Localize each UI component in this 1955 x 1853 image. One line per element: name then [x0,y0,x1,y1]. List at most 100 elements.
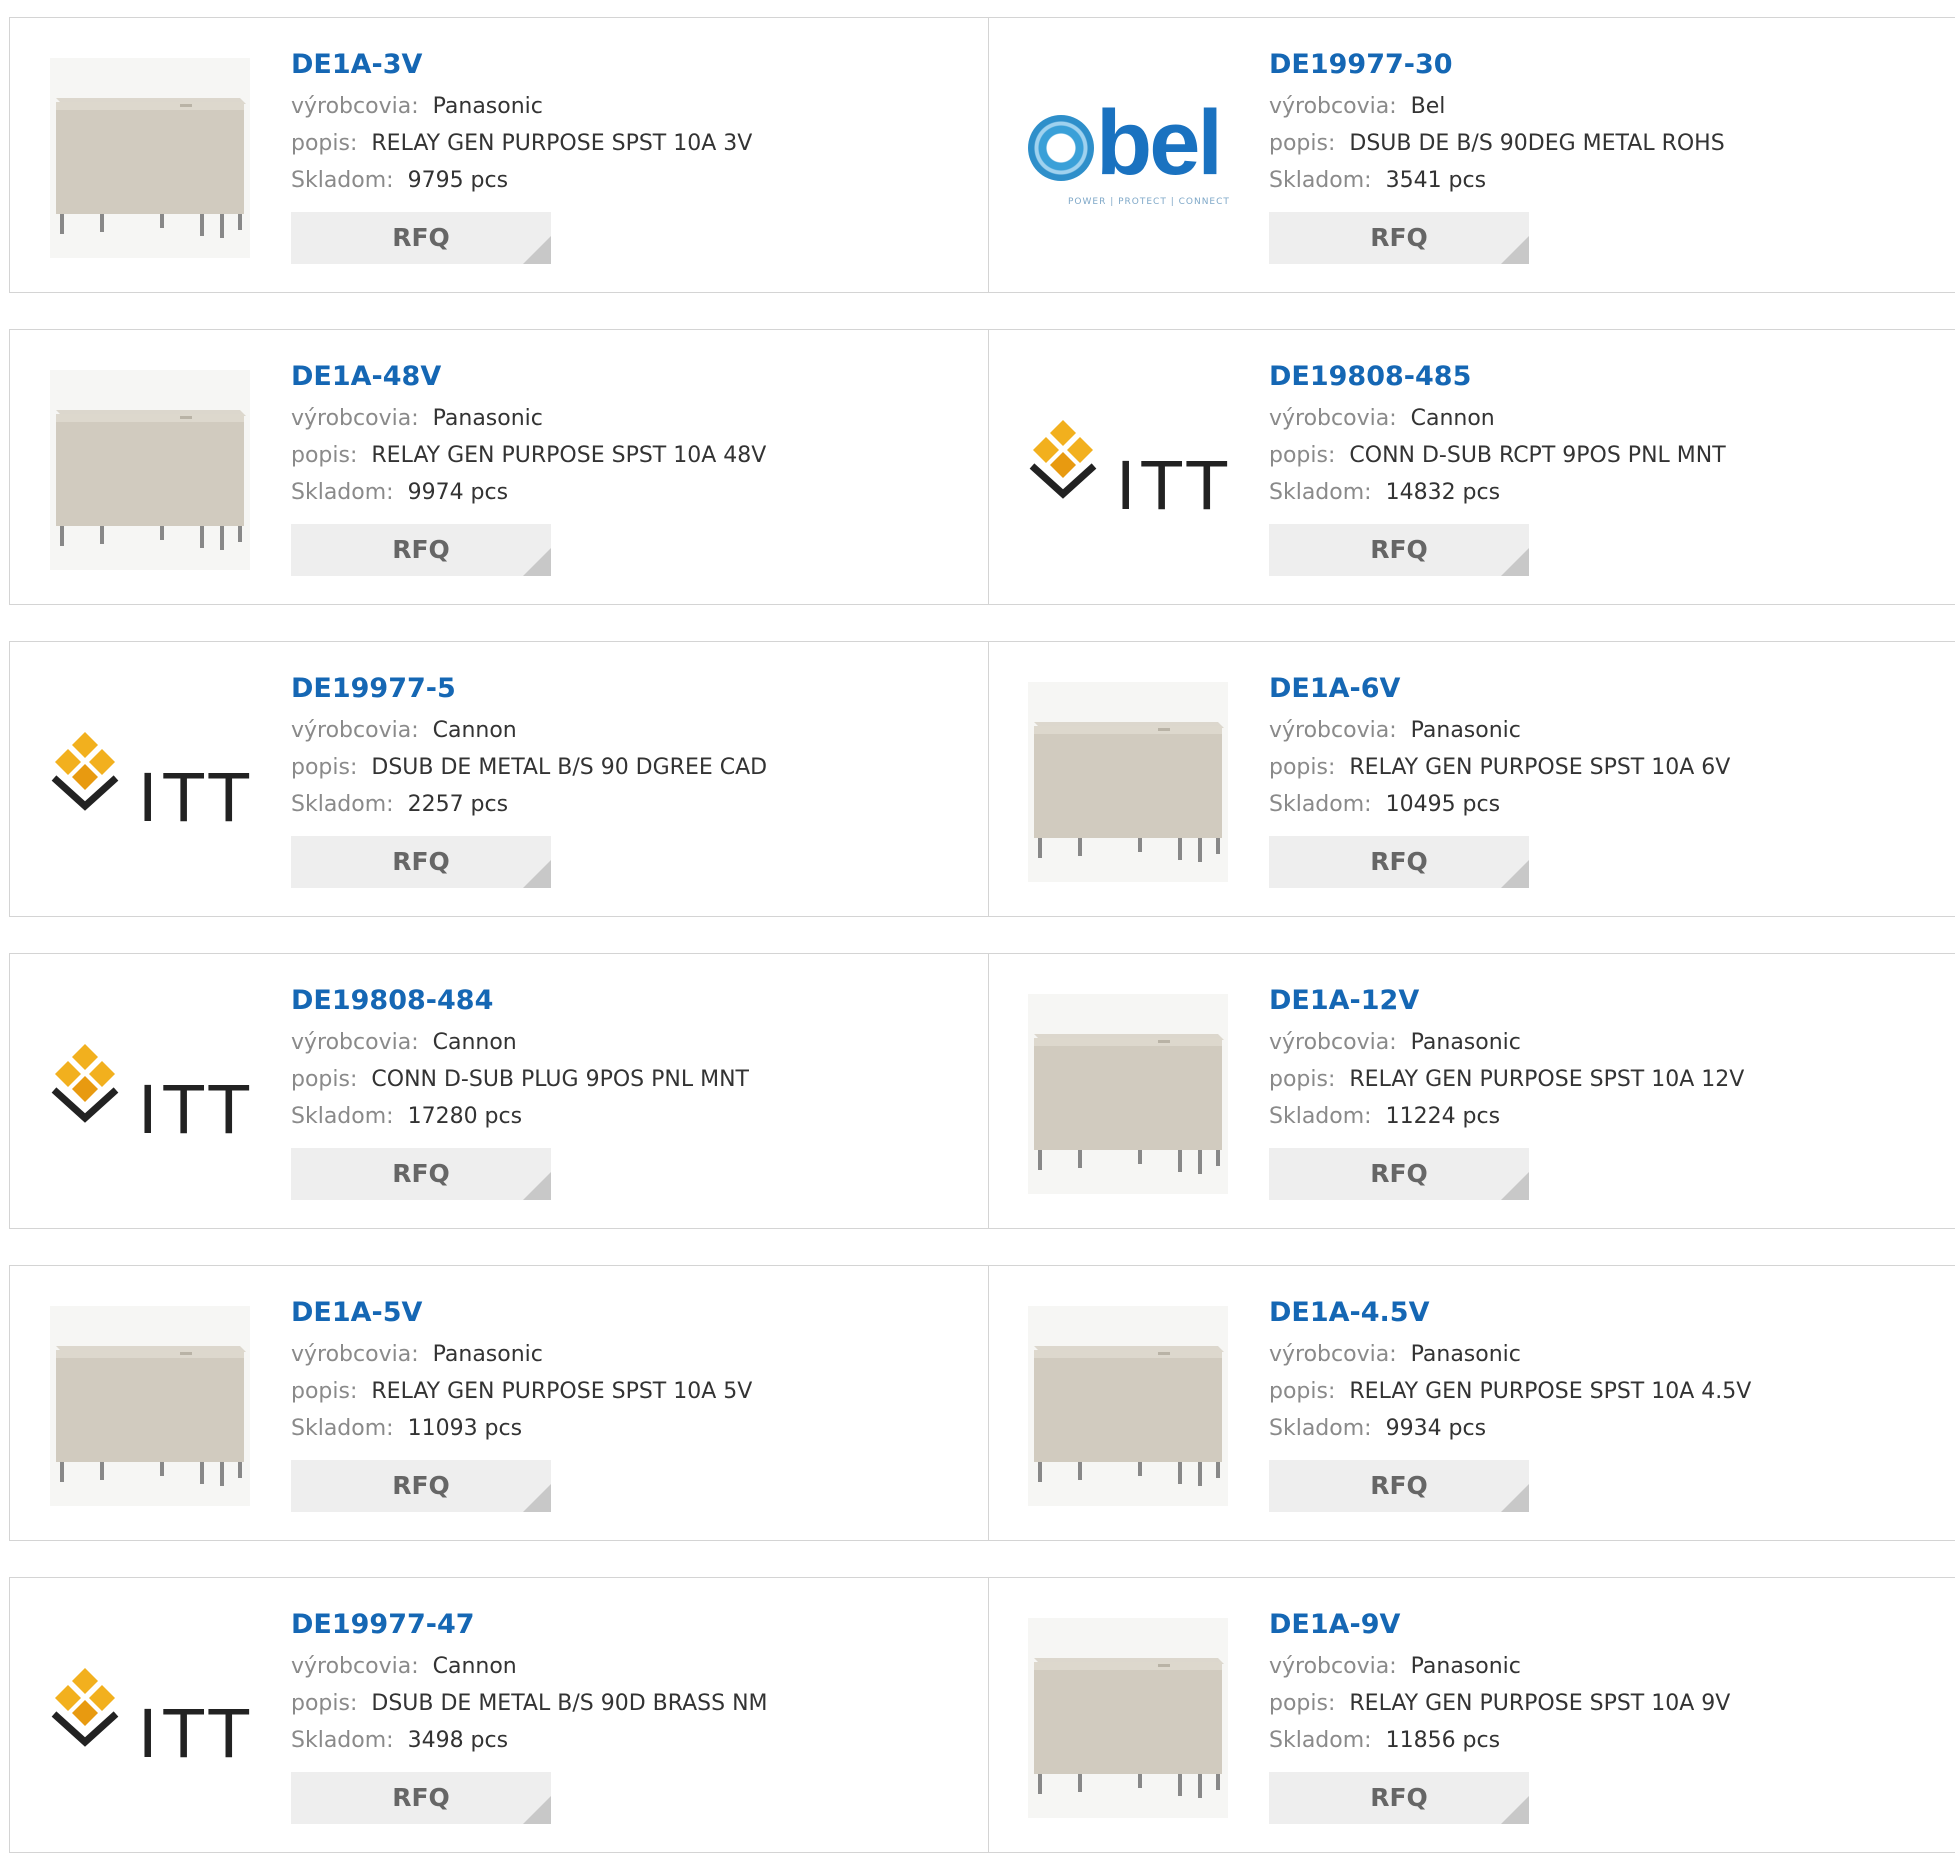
itt-logo: ITT [50,722,250,842]
bel-tagline: POWER | PROTECT | CONNECT [1068,197,1230,207]
product-info: DE1A-12V výrobcovia: Panasonic popis: RELA… [1269,982,1744,1200]
part-number-link[interactable]: DE1A-9V [1269,1606,1730,1644]
rfq-button[interactable]: RFQ [1269,1148,1529,1200]
itt-logo: ITT [50,1658,250,1778]
rfq-label: RFQ [1370,1471,1428,1500]
product-image[interactable] [50,370,250,570]
stock-label: Skladom: [291,792,394,817]
rfq-label: RFQ [392,1159,450,1188]
rfq-label: RFQ [1370,223,1428,252]
rfq-label: RFQ [1370,1783,1428,1812]
stock-label: Skladom: [291,480,394,505]
rfq-label: RFQ [392,223,450,252]
stock-line: Skladom: 9795 pcs [291,162,752,199]
product-card: DE1A-5V výrobcovia: Panasonic popis: RELAY… [10,1266,989,1540]
product-card: DE1A-6V výrobcovia: Panasonic popis: RELAY… [988,642,1955,916]
manufacturer-label: výrobcovia: [1269,406,1397,431]
part-number-link[interactable]: DE1A-6V [1269,670,1730,708]
corner-triangle-icon [523,1484,551,1512]
bel-logo: bel POWER | PROTECT | CONNECT [1028,92,1230,213]
product-image[interactable]: ITT [50,994,250,1194]
manufacturer-value: Cannon [1410,406,1495,431]
manufacturer-value: Cannon [432,1654,517,1679]
product-image[interactable]: bel POWER | PROTECT | CONNECT [1028,58,1230,258]
manufacturer-line: výrobcovia: Cannon [291,1648,768,1685]
product-image[interactable] [1028,1306,1228,1506]
manufacturer-line: výrobcovia: Panasonic [1269,1024,1744,1061]
relay-image [1028,1306,1228,1506]
product-info: DE1A-6V výrobcovia: Panasonic popis: RELAY… [1269,670,1730,888]
stock-value: 14832 pcs [1385,480,1501,505]
relay-image [50,1306,250,1506]
stock-line: Skladom: 9934 pcs [1269,1410,1751,1447]
rfq-label: RFQ [392,535,450,564]
product-card: ITT DE19977-5 výrobcovia: Cannon popis: DS… [10,642,989,916]
product-image[interactable] [50,1306,250,1506]
description-line: popis: RELAY GEN PURPOSE SPST 10A 5V [291,1373,752,1410]
rfq-label: RFQ [1370,1159,1428,1188]
stock-value: 17280 pcs [407,1104,523,1129]
part-number-link[interactable]: DE19808-485 [1269,358,1726,396]
stock-value: 10495 pcs [1385,792,1501,817]
corner-triangle-icon [1501,548,1529,576]
rfq-button[interactable]: RFQ [1269,1772,1529,1824]
manufacturer-value: Cannon [432,718,517,743]
rfq-button[interactable]: RFQ [1269,212,1529,264]
corner-triangle-icon [1501,1484,1529,1512]
description-label: popis: [291,443,358,468]
description-line: popis: CONN D-SUB RCPT 9POS PNL MNT [1269,437,1726,474]
description-line: popis: RELAY GEN PURPOSE SPST 10A 48V [291,437,766,474]
part-number-link[interactable]: DE1A-5V [291,1294,752,1332]
rfq-button[interactable]: RFQ [291,212,551,264]
rfq-button[interactable]: RFQ [1269,836,1529,888]
part-number-link[interactable]: DE19977-47 [291,1606,768,1644]
product-image[interactable] [1028,1618,1228,1818]
stock-label: Skladom: [291,1416,394,1441]
manufacturer-label: výrobcovia: [291,1654,419,1679]
product-image[interactable]: ITT [1028,370,1228,570]
part-number-link[interactable]: DE19977-30 [1269,46,1725,84]
product-row: ITT DE19977-47 výrobcovia: Cannon popis: D… [9,1577,1955,1853]
manufacturer-label: výrobcovia: [291,94,419,119]
corner-triangle-icon [1501,1172,1529,1200]
description-value: RELAY GEN PURPOSE SPST 10A 4.5V [1349,1379,1752,1404]
product-image[interactable]: ITT [50,1618,250,1818]
stock-value: 11224 pcs [1385,1104,1501,1129]
rfq-button[interactable]: RFQ [291,1148,551,1200]
part-number-link[interactable]: DE1A-3V [291,46,752,84]
rfq-button[interactable]: RFQ [1269,524,1529,576]
rfq-button[interactable]: RFQ [291,1460,551,1512]
part-number-link[interactable]: DE1A-4.5V [1269,1294,1751,1332]
product-image[interactable]: ITT [50,682,250,882]
description-label: popis: [291,1691,358,1716]
manufacturer-value: Panasonic [432,406,543,431]
itt-logo: ITT [1028,410,1228,530]
stock-label: Skladom: [291,1104,394,1129]
rfq-button[interactable]: RFQ [291,1772,551,1824]
rfq-button[interactable]: RFQ [291,524,551,576]
stock-label: Skladom: [1269,1728,1372,1753]
product-image[interactable] [1028,994,1228,1194]
rfq-button[interactable]: RFQ [1269,1460,1529,1512]
rfq-label: RFQ [1370,847,1428,876]
bel-wordmark: bel [1096,92,1223,194]
part-number-link[interactable]: DE1A-48V [291,358,766,396]
stock-value: 11093 pcs [407,1416,523,1441]
stock-label: Skladom: [1269,792,1372,817]
description-value: CONN D-SUB PLUG 9POS PNL MNT [371,1067,749,1092]
itt-wordmark: ITT [138,760,255,837]
rfq-button[interactable]: RFQ [291,836,551,888]
rfq-label: RFQ [392,847,450,876]
manufacturer-value: Panasonic [1410,1654,1521,1679]
stock-label: Skladom: [1269,168,1372,193]
description-value: RELAY GEN PURPOSE SPST 10A 5V [371,1379,753,1404]
part-number-link[interactable]: DE19977-5 [291,670,767,708]
product-info: DE19977-47 výrobcovia: Cannon popis: DSUB … [291,1606,768,1824]
part-number-link[interactable]: DE1A-12V [1269,982,1744,1020]
stock-value: 2257 pcs [407,792,509,817]
description-line: popis: DSUB DE METAL B/S 90D BRASS NM [291,1685,768,1722]
part-number-link[interactable]: DE19808-484 [291,982,749,1020]
product-image[interactable] [50,58,250,258]
product-image[interactable] [1028,682,1228,882]
itt-emblem-icon [51,1668,119,1747]
